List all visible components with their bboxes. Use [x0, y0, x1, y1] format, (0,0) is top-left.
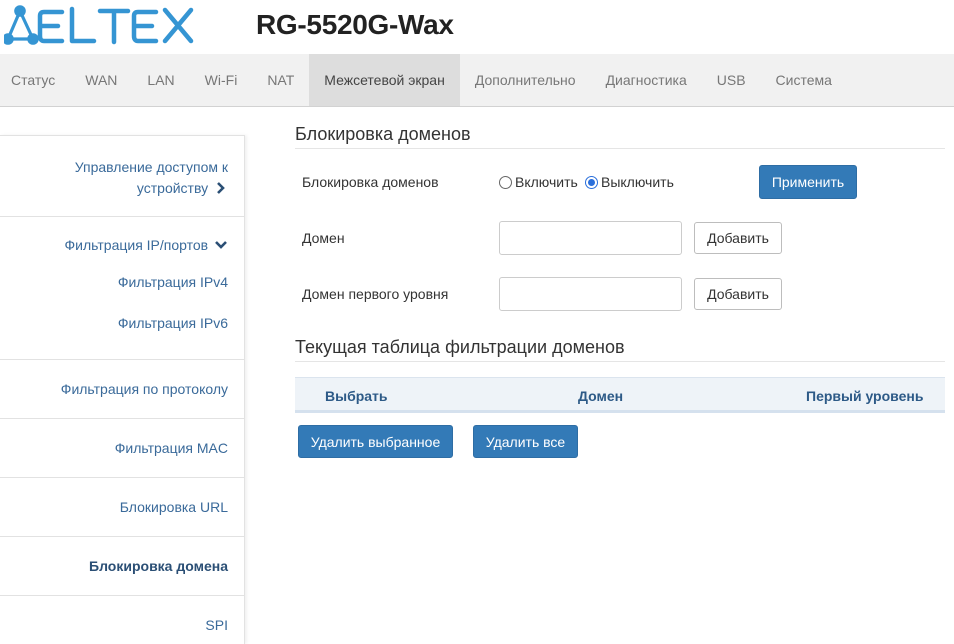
sidebar-item-mac-filter[interactable]: Фильтрация MAC: [0, 440, 244, 456]
sidebar-item-protocol-filter[interactable]: Фильтрация по протоколу: [0, 381, 244, 397]
nav-tab-status[interactable]: Статус: [0, 54, 70, 106]
sidebar-item-label: Управление доступом к: [74, 159, 228, 175]
nav-tab-firewall[interactable]: Межсетевой экран: [309, 54, 460, 106]
nav-tab-diagnostics[interactable]: Диагностика: [591, 54, 702, 106]
add-top-level-button[interactable]: Добавить: [694, 278, 782, 310]
radio-enable-label: Включить: [515, 174, 578, 190]
nav-tab-lan[interactable]: LAN: [132, 54, 189, 106]
nav-tab-nat[interactable]: NAT: [252, 54, 309, 106]
add-domain-button[interactable]: Добавить: [694, 222, 782, 254]
sidebar: Управление доступом к устройству Фильтра…: [0, 135, 245, 644]
radio-disable[interactable]: Выключить: [585, 174, 674, 190]
sidebar-group-mac: Фильтрация MAC: [0, 418, 244, 477]
column-header-top-level[interactable]: Первый уровень: [806, 388, 923, 404]
sidebar-item-access-control[interactable]: Управление доступом к устройству: [0, 157, 244, 199]
sidebar-item-label: Фильтрация IP/портов: [64, 237, 209, 253]
header: RG-5520G-Wax: [0, 0, 954, 54]
sidebar-group-spi: SPI: [0, 595, 244, 644]
section-title: Блокировка доменов: [295, 124, 945, 149]
delete-selected-button[interactable]: Удалить выбранное: [298, 425, 453, 458]
chevron-down-icon: [215, 241, 227, 249]
domain-label: Домен: [302, 230, 345, 246]
nav-tab-wifi[interactable]: Wi-Fi: [190, 54, 253, 106]
table-title: Текущая таблица фильтрации доменов: [295, 337, 945, 362]
sidebar-item-label: устройству: [136, 180, 209, 196]
top-nav: Статус WAN LAN Wi-Fi NAT Межсетевой экра…: [0, 54, 954, 107]
domain-input[interactable]: [499, 221, 682, 255]
nav-tab-usb[interactable]: USB: [702, 54, 761, 106]
table-header: Выбрать Домен Первый уровень: [295, 377, 945, 413]
sidebar-item-domain-block[interactable]: Блокировка домена: [0, 558, 244, 574]
nav-tab-advanced[interactable]: Дополнительно: [460, 54, 591, 106]
device-model: RG-5520G-Wax: [256, 9, 454, 40]
sidebar-item-ipv4-filter[interactable]: Фильтрация IPv4: [0, 274, 244, 290]
radio-disable-dot[interactable]: [585, 175, 598, 189]
radio-enable[interactable]: Включить: [499, 174, 578, 190]
top-level-domain-label: Домен первого уровня: [302, 286, 449, 302]
nav-tab-system[interactable]: Система: [761, 54, 847, 106]
radio-enable-dot[interactable]: [499, 175, 512, 189]
column-header-select[interactable]: Выбрать: [325, 388, 388, 404]
domain-block-label: Блокировка доменов: [302, 174, 439, 190]
sidebar-item-ip-port-filter[interactable]: Фильтрация IP/портов: [0, 237, 244, 253]
sidebar-group-ip-port: Фильтрация IP/портов Фильтрация IPv4 Фил…: [0, 216, 244, 359]
sidebar-group-domain: Блокировка домена: [0, 536, 244, 595]
sidebar-group-url: Блокировка URL: [0, 477, 244, 536]
sidebar-group-access: Управление доступом к устройству: [0, 135, 244, 216]
chevron-right-icon: [217, 182, 225, 194]
top-level-domain-input[interactable]: [499, 277, 682, 311]
eltex-logo: [4, 5, 194, 45]
sidebar-item-spi[interactable]: SPI: [0, 617, 244, 633]
radio-disable-label: Выключить: [601, 174, 674, 190]
nav-tab-wan[interactable]: WAN: [70, 54, 132, 106]
sidebar-group-protocol: Фильтрация по протоколу: [0, 359, 244, 418]
sidebar-item-url-block[interactable]: Блокировка URL: [0, 499, 244, 515]
apply-button[interactable]: Применить: [759, 165, 857, 199]
delete-all-button[interactable]: Удалить все: [473, 425, 578, 458]
sidebar-item-ipv6-filter[interactable]: Фильтрация IPv6: [0, 315, 244, 331]
main-content: Блокировка доменов Блокировка доменов Вк…: [295, 124, 945, 458]
column-header-domain[interactable]: Домен: [578, 388, 623, 404]
